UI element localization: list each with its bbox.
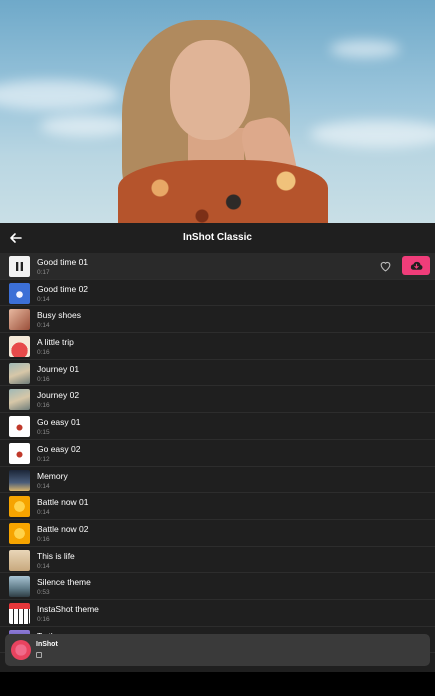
track-duration: 0:12	[37, 455, 50, 463]
player-status-icon	[36, 652, 42, 658]
track-duration: 0:14	[37, 509, 50, 517]
track-row[interactable]: Silence theme 0:53	[0, 573, 435, 600]
track-row[interactable]: Good time 01 0:17	[0, 253, 435, 280]
track-name: A little trip	[37, 337, 74, 348]
track-name: Journey 02	[37, 390, 80, 401]
track-row[interactable]: Good time 02 0:14	[0, 280, 435, 307]
track-name: Battle now 01	[37, 497, 89, 508]
track-duration: 0:53	[37, 589, 50, 597]
track-row[interactable]: This is life 0:14	[0, 547, 435, 574]
track-duration: 0:17	[37, 269, 50, 276]
portrait-thumb	[9, 309, 30, 331]
track-duration: 0:16	[37, 535, 50, 543]
track-row[interactable]: Journey 02 0:16	[0, 386, 435, 414]
track-duration: 0:16	[37, 615, 50, 623]
road-thumb	[9, 549, 30, 571]
orange-thumb	[9, 522, 30, 544]
track-name: Memory	[37, 470, 68, 481]
track-name: Go easy 01	[37, 417, 81, 428]
track-row[interactable]: Go easy 02 0:12	[0, 440, 435, 467]
track-duration: 0:15	[37, 429, 50, 437]
eye-thumb	[9, 416, 30, 438]
flower-thumb	[9, 282, 30, 304]
eye-thumb	[9, 442, 30, 464]
panel-header: InShot Classic	[0, 223, 435, 253]
landscape-thumb	[9, 576, 30, 598]
track-name: This is life	[37, 550, 75, 561]
track-row[interactable]: Battle now 01 0:14	[0, 493, 435, 520]
street-thumb	[9, 389, 30, 411]
track-duration: 0:16	[37, 375, 50, 383]
track-name: Journey 01	[37, 363, 80, 374]
track-name: Busy shoes	[37, 310, 81, 321]
street-thumb	[9, 362, 30, 384]
track-duration: 0:14	[37, 562, 50, 570]
track-name: Battle now 02	[37, 523, 89, 534]
track-row[interactable]: A little trip 0:16	[0, 333, 435, 360]
music-panel: InShot Classic Good time 01 0:17 Good time…	[0, 223, 435, 672]
track-name: Good time 02	[37, 283, 89, 294]
track-row[interactable]: Busy shoes 0:14	[0, 306, 435, 334]
track-row[interactable]: Journey 01 0:16	[0, 360, 435, 387]
track-duration: 0:16	[37, 402, 50, 410]
cover-photo	[0, 0, 435, 223]
piano-thumb	[9, 602, 30, 624]
download-button[interactable]	[402, 256, 430, 275]
track-duration: 0:16	[37, 349, 50, 357]
track-name: Silence theme	[37, 577, 91, 588]
player-title: InShot	[36, 641, 58, 648]
track-row[interactable]: Battle now 02 0:16	[0, 520, 435, 547]
track-duration: 0:14	[37, 295, 50, 303]
cloud-download-icon	[410, 261, 422, 270]
bottom-bar	[0, 672, 435, 696]
track-list: Good time 01 0:17 Good time 02 0:14 Busy sho…	[0, 253, 435, 654]
track-name: InstaShot theme	[37, 603, 99, 614]
track-duration: 0:14	[37, 322, 50, 330]
orange-thumb	[9, 496, 30, 518]
track-name: Good time 01	[37, 257, 89, 267]
night-thumb	[9, 469, 30, 491]
track-row[interactable]: InstaShot theme 0:16	[0, 600, 435, 627]
watermelon-thumb	[9, 336, 30, 358]
track-duration: 0:14	[37, 482, 50, 490]
track-row[interactable]: Go easy 01 0:15	[0, 413, 435, 440]
track-row[interactable]: Memory 0:14	[0, 467, 435, 494]
album-disc-icon	[11, 640, 31, 660]
page-title: InShot Classic	[183, 232, 252, 243]
pause-icon[interactable]	[9, 256, 30, 277]
favorite-heart-icon[interactable]	[379, 260, 392, 272]
mini-player[interactable]: InShot	[5, 634, 430, 666]
track-name: Go easy 02	[37, 443, 81, 454]
